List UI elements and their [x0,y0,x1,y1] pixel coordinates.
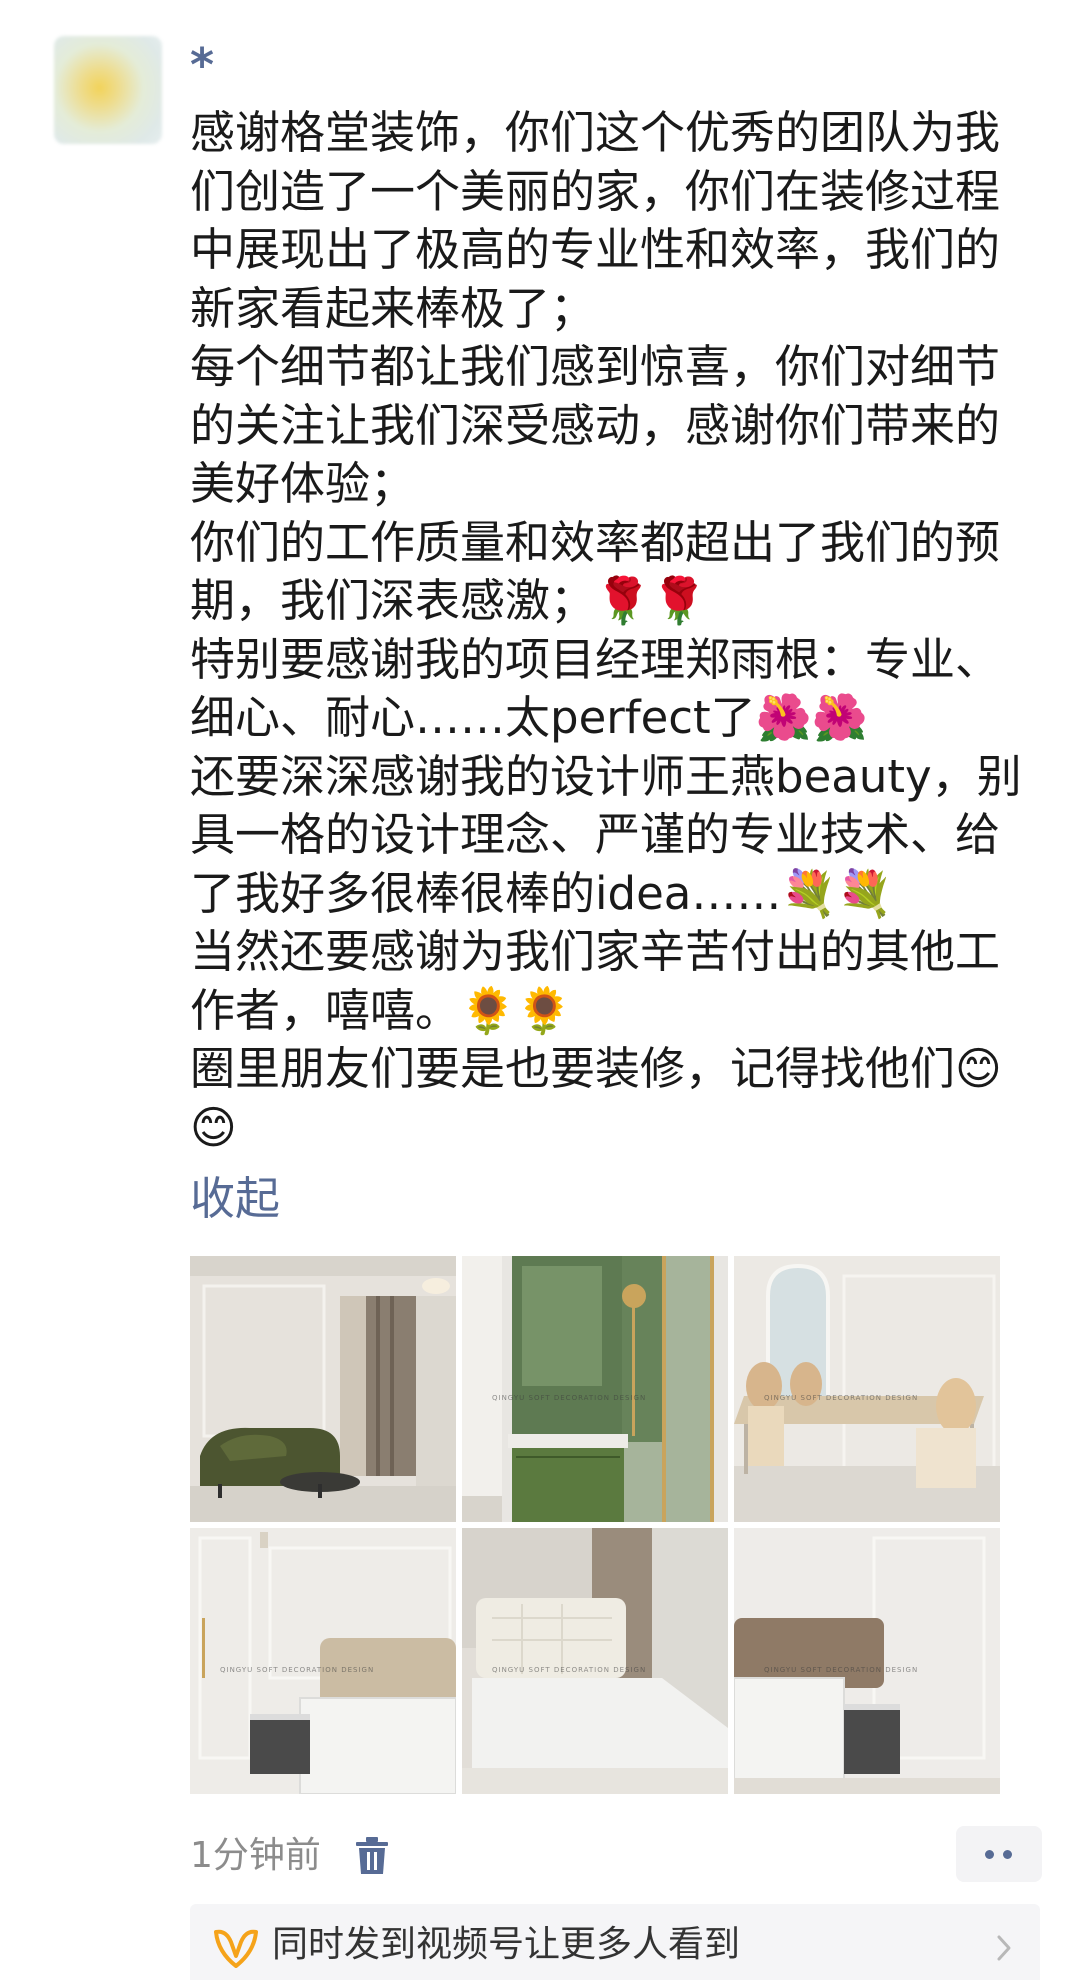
bathroom-photo[interactable]: QINGYU SOFT DECORATION DESIGN [462,1256,728,1522]
username[interactable]: * [190,42,214,88]
channels-logo-icon [214,1929,258,1968]
trash-icon[interactable] [354,1836,390,1876]
bedroom-1-image [190,1528,456,1794]
bathroom-image [462,1256,728,1522]
post-paragraph: 特别要感谢我的项目经理郑雨根：专业、细心、耐心……太perfect了🌺🌺 [190,632,1001,745]
channels-share-bar[interactable]: 同时发到视频号让更多人看到 [190,1904,1040,1980]
post-paragraph: 还要深深感谢我的设计师王燕beauty，别具一格的设计理念、严谨的专业技术、给了… [190,749,1022,920]
post-paragraph: 感谢格堂装饰，你们这个优秀的团队为我们创造了一个美丽的家，你们在装修过程中展现出… [190,106,1001,335]
bedroom-3-image [734,1528,1000,1794]
more-dots-icon [1003,1850,1012,1859]
bedroom-photo-3[interactable]: QINGYU SOFT DECORATION DESIGN [734,1528,1000,1794]
photo-watermark: QINGYU SOFT DECORATION DESIGN [220,1666,375,1675]
photo-watermark: QINGYU SOFT DECORATION DESIGN [764,1394,919,1403]
photo-watermark: QINGYU SOFT DECORATION DESIGN [492,1394,647,1403]
collapse-link[interactable]: 收起 [190,1170,280,1228]
bedroom-2-image [462,1528,728,1794]
post-paragraph: 圈里朋友们要是也要装修，记得找他们😊😊 [190,1042,1002,1154]
post-paragraph: 你们的工作质量和效率都超出了我们的预期，我们深表感激；🌹🌹 [190,515,1001,628]
more-button[interactable] [956,1826,1042,1882]
post-paragraph: 当然还要感谢为我们家辛苦付出的其他工作者，嘻嘻。🌻🌻 [190,925,1001,1037]
photo-grid: QINGYU SOFT DECORATION DESIGN QINGYU SOF… [190,1256,1010,1796]
more-dots-icon [985,1850,994,1859]
moments-post: * 感谢格堂装饰，你们这个优秀的团队为我们创造了一个美丽的家，你们在装修过程中展… [0,0,1080,1980]
avatar[interactable] [54,36,162,144]
bedroom-photo-1[interactable]: QINGYU SOFT DECORATION DESIGN [190,1528,456,1794]
living-room-image [190,1256,456,1522]
post-timestamp: 1分钟前 [190,1835,321,1876]
living-room-photo[interactable] [190,1256,456,1522]
dining-room-photo[interactable]: QINGYU SOFT DECORATION DESIGN [734,1256,1000,1522]
dining-room-image [734,1256,1000,1522]
post-text: 感谢格堂装饰，你们这个优秀的团队为我们创造了一个美丽的家，你们在装修过程中展现出… [190,104,1040,1157]
bedroom-photo-2[interactable]: QINGYU SOFT DECORATION DESIGN [462,1528,728,1794]
chevron-right-icon [997,1935,1011,1961]
channels-share-label: 同时发到视频号让更多人看到 [272,1924,741,1965]
post-paragraph: 每个细节都让我们感到惊喜，你们对细节的关注让我们深受感动，感谢你们带来的美好体验… [190,340,1001,510]
photo-watermark: QINGYU SOFT DECORATION DESIGN [764,1666,919,1675]
photo-watermark: QINGYU SOFT DECORATION DESIGN [492,1666,647,1675]
